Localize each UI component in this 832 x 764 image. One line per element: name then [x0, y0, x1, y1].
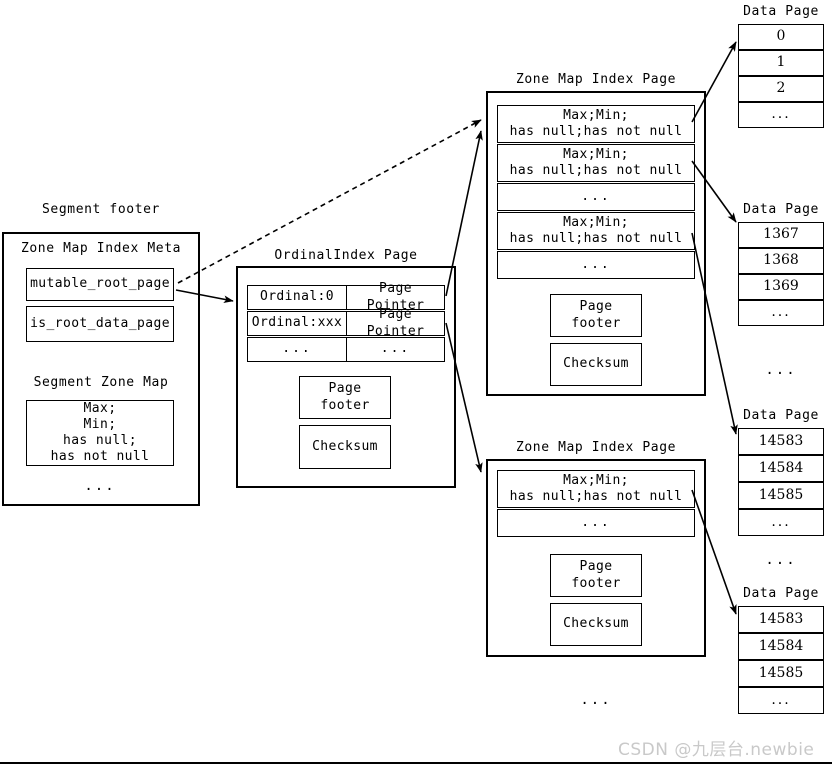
data-page-1-row-0[interactable]: 1367 [738, 222, 824, 248]
data-page-0-row-3: ... [738, 102, 824, 128]
ordinal-row-1-pointer[interactable]: Page Pointer [346, 307, 445, 339]
zone-map-0-entry-1[interactable]: Max;Min; has null;has not null [497, 144, 695, 182]
data-page-2-row-0[interactable]: 14583 [738, 428, 824, 455]
data-page-0-row-2[interactable]: 2 [738, 76, 824, 102]
ordinal-row-1-ordinal[interactable]: Ordinal:xxx [247, 311, 347, 336]
data-page-2-row-1[interactable]: 14584 [738, 455, 824, 482]
zone-map-trailing-ellipsis: ... [580, 692, 612, 708]
data-page-gap-ellipsis-1: ... [765, 362, 797, 378]
data-page-3-caption: Data Page [743, 586, 819, 601]
ordinal-index-page-caption: OrdinalIndex Page [274, 248, 418, 263]
data-page-2-row-2[interactable]: 14585 [738, 482, 824, 509]
ordinal-page-footer-box: Page footer [299, 376, 391, 419]
watermark: CSDN @九层台.newbie [618, 740, 815, 760]
data-page-0-caption: Data Page [743, 4, 819, 19]
zone-map-1-entry-0[interactable]: Max;Min; has null;has not null [497, 470, 695, 508]
zone-map-0-page-footer-box: Page footer [550, 294, 642, 337]
ordinal-checksum-box: Checksum [299, 425, 391, 469]
zone-map-0-checksum-box: Checksum [550, 343, 642, 386]
data-page-2-row-3: ... [738, 509, 824, 536]
data-page-2-caption: Data Page [743, 408, 819, 423]
data-page-gap-ellipsis-2: ... [765, 552, 797, 568]
segment-zone-map-caption: Segment Zone Map [33, 375, 169, 390]
ordinal-row-2-ordinal: ... [247, 337, 347, 362]
zone-map-1-entry-1: ... [497, 509, 695, 537]
data-page-3-row-2[interactable]: 14585 [738, 660, 824, 687]
is-root-data-page-cell[interactable]: is_root_data_page [26, 306, 174, 342]
ordinal-row-0-pointer[interactable]: Page Pointer [346, 281, 445, 313]
zone-map-0-entry-0[interactable]: Max;Min; has null;has not null [497, 105, 695, 143]
zone-map-index-meta-caption: Zone Map Index Meta [20, 241, 182, 256]
mutable-root-page-cell[interactable]: mutable_root_page [26, 268, 174, 301]
data-page-3-row-0[interactable]: 14583 [738, 606, 824, 633]
zone-map-0-entry-4: ... [497, 251, 695, 279]
data-page-1-caption: Data Page [743, 202, 819, 217]
ordinal-row-0-ordinal[interactable]: Ordinal:0 [247, 285, 347, 310]
segment-footer-caption: Segment footer [42, 202, 160, 217]
data-page-3-row-3: ... [738, 687, 824, 714]
data-page-1-row-3: ... [738, 300, 824, 326]
data-page-3-row-1[interactable]: 14584 [738, 633, 824, 660]
zone-map-1-checksum-box: Checksum [550, 603, 642, 646]
zone-map-index-page-0-caption: Zone Map Index Page [515, 72, 677, 87]
zone-map-index-page-1-caption: Zone Map Index Page [515, 440, 677, 455]
ordinal-row-2-pointer: ... [346, 337, 445, 362]
zone-map-0-entry-3[interactable]: Max;Min; has null;has not null [497, 212, 695, 250]
segment-footer-ellipsis: ... [84, 478, 116, 494]
diagram-canvas: Segment footer Zone Map Index Meta mutab… [0, 0, 832, 764]
data-page-1-row-2[interactable]: 1369 [738, 274, 824, 300]
data-page-1-row-1[interactable]: 1368 [738, 248, 824, 274]
data-page-0-row-1[interactable]: 1 [738, 50, 824, 76]
data-page-0-row-0[interactable]: 0 [738, 24, 824, 50]
zone-map-0-entry-2: ... [497, 183, 695, 211]
zone-map-1-page-footer-box: Page footer [550, 554, 642, 597]
segment-zone-map-body: Max; Min; has null; has not null [26, 400, 174, 466]
